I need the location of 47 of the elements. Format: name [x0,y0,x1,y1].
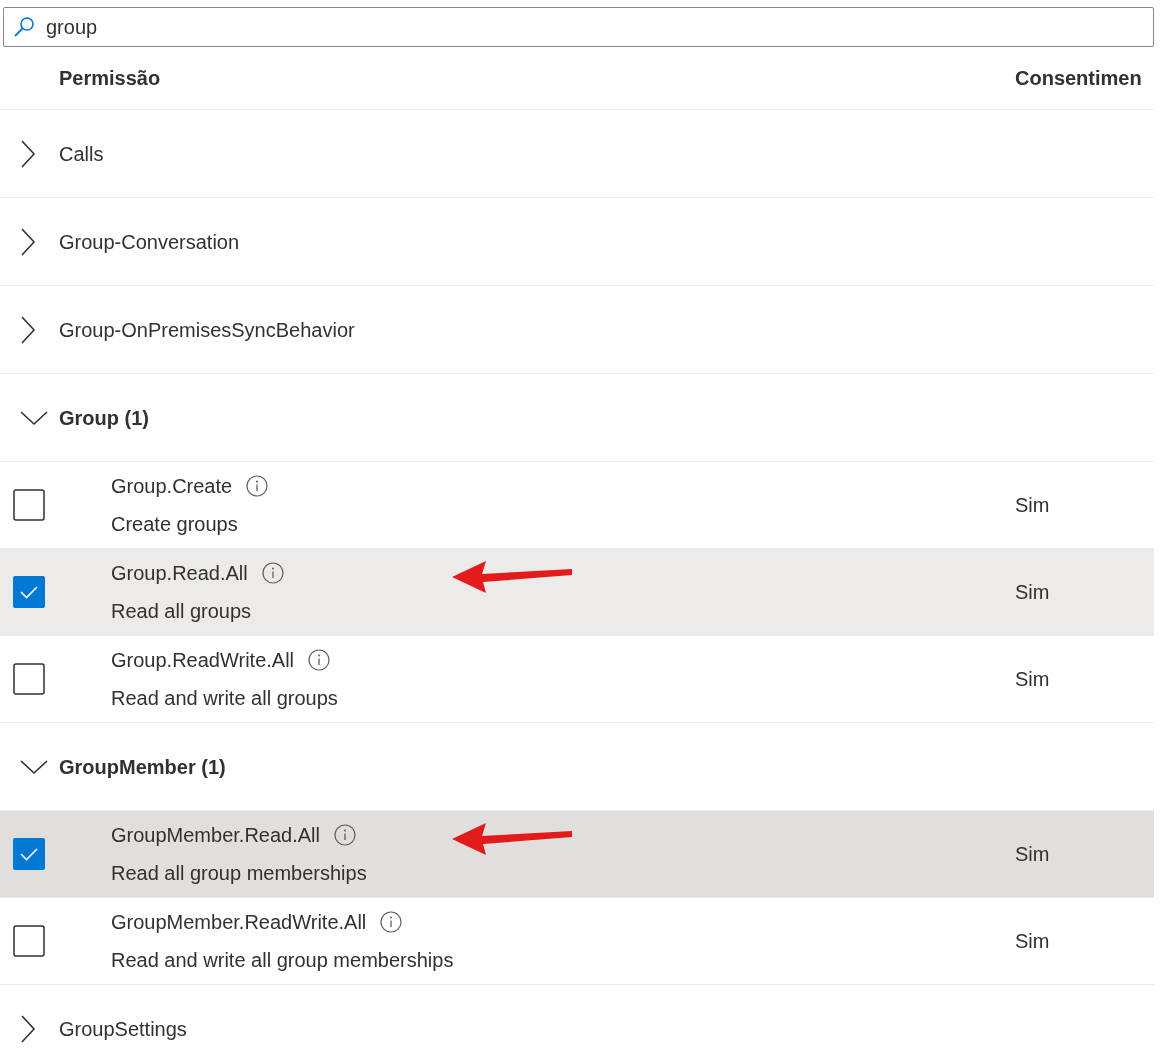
group-label: GroupSettings [59,1016,187,1042]
permission-description: Read all group memberships [111,861,368,886]
group-label: GroupMember (1) [59,754,226,780]
permission-row[interactable]: GroupMember.Read.All Read all group memberships Sim [0,811,1154,898]
info-icon[interactable] [380,911,403,933]
checkbox[interactable] [13,489,45,521]
chevron-right-icon[interactable] [20,1014,36,1043]
checkbox[interactable] [13,663,45,695]
group-row[interactable]: GroupSettings [0,985,1154,1048]
checkbox[interactable] [13,838,45,870]
group-label: Group-Conversation [59,229,240,255]
permission-name: GroupMember.Read.All [111,823,320,848]
permission-description: Read all groups [111,599,253,624]
consent-value: Sim [1015,667,1051,692]
permission-name: Group.Create [111,474,233,499]
consent-value: Sim [1015,580,1051,605]
permission-row[interactable]: Group.Read.All Read all groups Sim [0,549,1154,636]
search-icon [13,16,35,38]
group-row[interactable]: Calls [0,110,1154,198]
checkbox[interactable] [13,925,45,957]
chevron-right-icon[interactable] [20,315,36,344]
group-label: Calls [59,141,104,167]
consent-value: Sim [1015,842,1051,867]
search-field[interactable]: group [3,7,1154,47]
permission-description: Read and write all group memberships [111,948,455,973]
info-icon[interactable] [246,475,269,497]
chevron-down-icon[interactable] [20,409,48,426]
group-label: Group-OnPremisesSyncBehavior [59,317,355,343]
checkbox[interactable] [13,576,45,608]
group-label: Group (1) [59,405,149,431]
group-row[interactable]: Group-Conversation [0,198,1154,286]
chevron-right-icon[interactable] [20,227,36,256]
permission-name: Group.ReadWrite.All [111,648,295,673]
consent-value: Sim [1015,929,1051,954]
permission-name: Group.Read.All [111,561,248,586]
info-icon[interactable] [334,824,356,846]
column-header: Consentimen [1015,66,1143,91]
chevron-down-icon[interactable] [20,758,48,775]
column-header: Permissão [58,66,162,91]
chevron-right-icon[interactable] [20,139,36,168]
info-icon[interactable] [308,649,331,671]
permission-description: Create groups [111,512,239,537]
permission-description: Read and write all groups [111,686,339,711]
permission-name: GroupMember.ReadWrite.All [111,910,367,935]
group-row[interactable]: Group-OnPremisesSyncBehavior [0,286,1154,374]
consent-value: Sim [1015,493,1051,518]
info-icon[interactable] [261,562,284,584]
